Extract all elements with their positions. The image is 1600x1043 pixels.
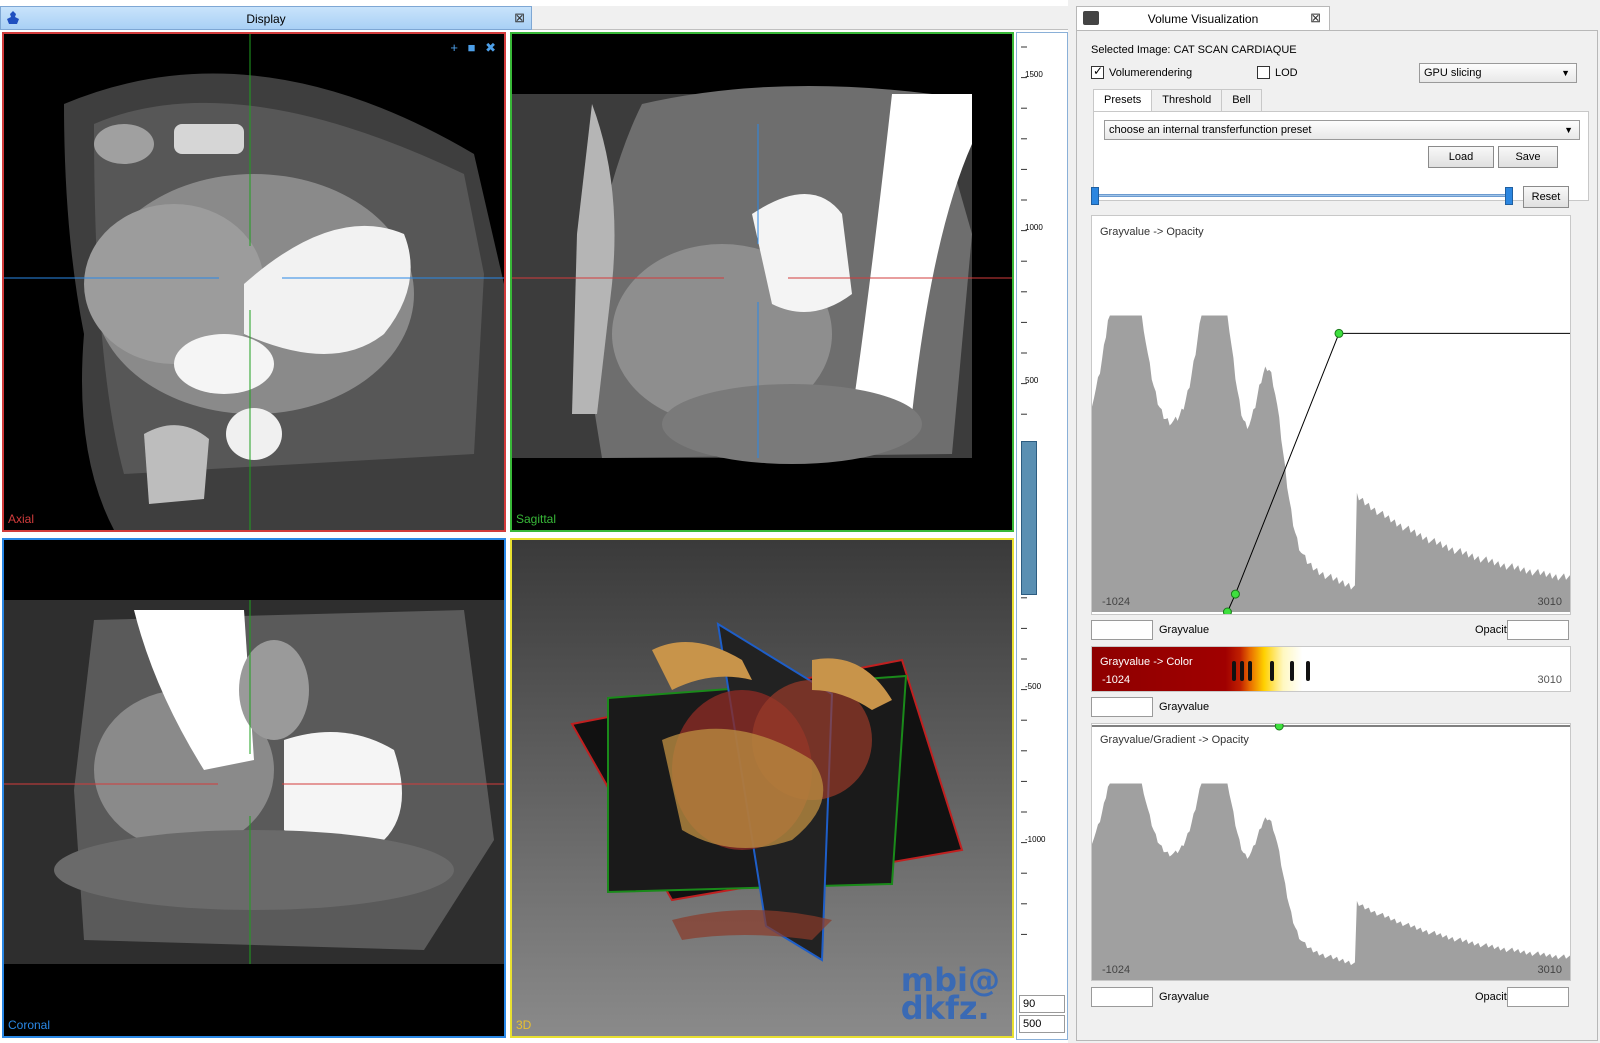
tab-presets[interactable]: Presets xyxy=(1093,89,1153,112)
tf-tab-bar: Presets Threshold Bell xyxy=(1093,89,1262,112)
preset-select-value: choose an internal transferfunction pres… xyxy=(1109,124,1312,136)
lod-checkbox[interactable]: LOD xyxy=(1257,66,1298,79)
tab-threshold[interactable]: Threshold xyxy=(1151,89,1223,111)
axial-viewport[interactable]: + ■ ✖ Axial xyxy=(2,32,506,532)
color-grayvalue-input[interactable] xyxy=(1091,697,1153,717)
window-input[interactable]: 500 xyxy=(1019,1015,1065,1033)
render-mode-value: GPU slicing xyxy=(1424,67,1482,79)
3d-label: 3D xyxy=(516,1018,532,1032)
scale-label: 1500 xyxy=(1025,70,1043,79)
vv-title: Volume Visualization xyxy=(1147,12,1259,26)
viewport-tools: + ■ ✖ xyxy=(444,40,496,56)
display-title: Display xyxy=(246,12,286,26)
color-tf-title: Grayvalue -> Color xyxy=(1100,656,1193,668)
coronal-viewport[interactable]: Coronal xyxy=(2,538,506,1038)
level-window-range-bar[interactable] xyxy=(1021,441,1037,595)
scale-label: -500 xyxy=(1025,682,1042,691)
logo-line-2: dkfz. xyxy=(900,989,990,1027)
volumerendering-checkbox[interactable]: Volumerendering xyxy=(1091,64,1193,79)
color-tf-min: -1024 xyxy=(1102,674,1131,686)
color-transfer-function[interactable]: Grayvalue -> Color -1024 3010 xyxy=(1091,646,1571,692)
gradient-transfer-function[interactable]: Grayvalue/Gradient -> Opacity -1024 3010 xyxy=(1091,723,1571,981)
axial-slice-image xyxy=(4,34,504,530)
color-marker[interactable] xyxy=(1306,661,1310,681)
color-gradient-bar xyxy=(1092,647,1570,691)
crosshair-icon[interactable]: + xyxy=(450,40,458,55)
opacity-tf-min: -1024 xyxy=(1102,596,1131,608)
opacity-tf-title: Grayvalue -> Opacity xyxy=(1100,226,1204,238)
opacity-opacity-input[interactable] xyxy=(1507,620,1569,640)
color-marker[interactable] xyxy=(1248,661,1252,681)
gradient-tf-title: Grayvalue/Gradient -> Opacity xyxy=(1100,734,1249,746)
volumerendering-label: Volumerendering xyxy=(1109,66,1193,79)
load-button[interactable]: Load xyxy=(1428,146,1494,168)
gradient-tf-max: 3010 xyxy=(1537,964,1562,976)
color-grayvalue-label: Grayvalue xyxy=(1159,701,1210,713)
tools-icon[interactable]: ✖ xyxy=(485,40,496,55)
color-marker[interactable] xyxy=(1240,661,1244,681)
range-handle-low[interactable] xyxy=(1091,187,1099,205)
checkbox-unchecked-icon[interactable] xyxy=(1257,66,1270,79)
maximize-icon[interactable]: ■ xyxy=(468,40,476,55)
color-marker[interactable] xyxy=(1270,661,1274,681)
range-slider-track xyxy=(1095,194,1511,197)
gradient-opacity-input[interactable] xyxy=(1507,987,1569,1007)
volume-visualization-panel: Selected Image: CAT SCAN CARDIAQUE Volum… xyxy=(1076,30,1598,1041)
axial-label: Axial xyxy=(8,512,35,526)
coronal-label: Coronal xyxy=(8,1018,51,1032)
sagittal-label: Sagittal xyxy=(516,512,557,526)
checkbox-checked-icon[interactable] xyxy=(1091,64,1104,79)
opacity-grayvalue-input[interactable] xyxy=(1091,620,1153,640)
tab-strip xyxy=(532,6,1068,30)
reset-button[interactable]: Reset xyxy=(1523,186,1569,208)
opacity-grayvalue-label: Grayvalue xyxy=(1159,624,1210,636)
display-tab[interactable]: Display ⊠ xyxy=(0,6,532,30)
lod-label: LOD xyxy=(1275,66,1298,79)
3d-viewport[interactable]: mbi@ dkfz. 3D xyxy=(510,538,1014,1038)
range-handle-high[interactable] xyxy=(1505,187,1513,205)
gradient-grayvalue-label: Grayvalue xyxy=(1159,991,1210,1003)
scale-label: 1000 xyxy=(1025,223,1043,232)
mbi-dkfz-logo: mbi@ dkfz. xyxy=(900,964,1000,1027)
color-marker[interactable] xyxy=(1232,661,1236,681)
coronal-slice-image xyxy=(4,600,504,964)
gradient-grayvalue-input[interactable] xyxy=(1091,987,1153,1007)
display-window: Display ⊠ + ■ ✖ Axial Sagittal Coronal m… xyxy=(0,0,1068,1043)
color-tf-max: 3010 xyxy=(1537,674,1562,686)
selected-image-label: Selected Image: CAT SCAN CARDIAQUE xyxy=(1091,44,1297,56)
gradient-tf-min: -1024 xyxy=(1102,964,1131,976)
color-marker[interactable] xyxy=(1290,661,1294,681)
gradient-histogram xyxy=(1092,724,1570,980)
tab-bell[interactable]: Bell xyxy=(1221,89,1262,111)
scale-label: -1000 xyxy=(1025,835,1046,844)
opacity-transfer-function[interactable]: Grayvalue -> Opacity -1024 3010 xyxy=(1091,215,1571,615)
render-mode-select[interactable]: GPU slicing ▼ xyxy=(1419,63,1577,83)
sagittal-slice-image xyxy=(512,86,1012,464)
close-icon[interactable]: ⊠ xyxy=(514,10,525,26)
chevron-down-icon: ▼ xyxy=(1564,125,1573,135)
opacity-tf-max: 3010 xyxy=(1537,596,1562,608)
preset-select[interactable]: choose an internal transferfunction pres… xyxy=(1104,120,1580,140)
level-window-widget[interactable]: 150010005000-500-1000 90 500 xyxy=(1016,32,1068,1040)
level-input[interactable]: 90 xyxy=(1019,995,1065,1013)
close-icon[interactable]: ⊠ xyxy=(1310,10,1321,26)
opacity-histogram xyxy=(1092,315,1570,614)
grayvalue-range-slider[interactable] xyxy=(1091,185,1515,207)
save-button[interactable]: Save xyxy=(1498,146,1558,168)
scale-label: 500 xyxy=(1025,376,1039,385)
chevron-down-icon: ▼ xyxy=(1561,68,1570,78)
volume-visualization-tab[interactable]: Volume Visualization ⊠ xyxy=(1076,6,1330,30)
volume-visualization-window: Volume Visualization ⊠ Selected Image: C… xyxy=(1074,0,1600,1043)
sagittal-viewport[interactable]: Sagittal xyxy=(510,32,1014,532)
